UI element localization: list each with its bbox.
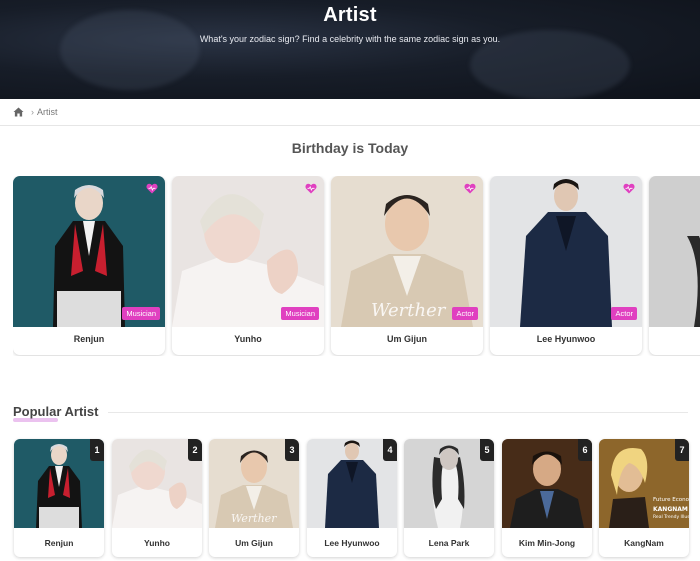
popular-section-title: Popular Artist — [13, 404, 99, 419]
svg-text:Werther: Werther — [371, 300, 447, 321]
page-title: Artist — [323, 4, 377, 26]
rank-badge: 6 — [578, 439, 592, 461]
rank-badge: 1 — [90, 439, 104, 461]
birthday-section-title: Birthday is Today — [291, 140, 409, 156]
artist-name: Yunho — [234, 334, 262, 344]
popular-artist-card[interactable]: Werther 3 Um Gijun — [209, 439, 299, 557]
artist-name: Renjun — [44, 538, 74, 548]
artist-name: Lee Hyunwoo — [324, 538, 380, 548]
breadcrumb-current[interactable]: Artist — [37, 107, 58, 117]
category-badge: Actor — [452, 307, 478, 320]
popular-artist-card[interactable]: 6 Kim Min-Jong — [502, 439, 592, 557]
heart-icon[interactable] — [305, 183, 317, 194]
birthday-card[interactable]: Actor Lee Hyunwoo — [490, 176, 642, 355]
popular-artist-card[interactable]: 4 Lee Hyunwoo — [307, 439, 397, 557]
rank-badge: 4 — [383, 439, 397, 461]
breadcrumb: › Artist — [0, 99, 700, 126]
heart-icon[interactable] — [146, 183, 158, 194]
artist-name: Lee Hyunwoo — [536, 334, 596, 344]
heart-icon[interactable] — [623, 183, 635, 194]
artist-name: Um Gijun — [235, 538, 273, 548]
svg-text:Real Trendy Illusion: Real Trendy Illusion — [653, 514, 689, 520]
birthday-card[interactable]: Musician Yunho — [172, 176, 324, 355]
artist-name: Yunho — [144, 538, 170, 548]
svg-text:Future Economy: Future Economy — [653, 497, 689, 503]
popular-artist-card[interactable]: 5 Lena Park — [404, 439, 494, 557]
artist-photo: Werther — [331, 176, 483, 327]
artist-name: Um Gijun — [387, 334, 427, 344]
breadcrumb-separator: › — [31, 107, 34, 117]
artist-name: Lena Park — [428, 538, 470, 548]
birthday-carousel: Musician Renjun Musician Yunho Werther A… — [13, 176, 700, 356]
home-icon[interactable] — [13, 107, 28, 117]
category-badge: Musician — [281, 307, 319, 320]
artist-name: Kim Min-Jong — [518, 538, 576, 548]
heart-icon[interactable] — [464, 183, 476, 194]
rank-badge: 5 — [480, 439, 494, 461]
artist-photo — [13, 176, 165, 327]
artist-name: Renjun — [73, 334, 105, 344]
birthday-card-partial[interactable] — [649, 176, 700, 355]
artist-name: KangNam — [624, 538, 664, 548]
section-divider — [108, 412, 688, 413]
category-badge: Musician — [122, 307, 160, 320]
popular-artist-card[interactable]: 1 Renjun — [14, 439, 104, 557]
artist-photo — [172, 176, 324, 327]
rank-badge: 7 — [675, 439, 689, 461]
svg-text:KANGNAM: KANGNAM — [653, 506, 688, 513]
popular-artist-card[interactable]: 2 Yunho — [112, 439, 202, 557]
page-header-banner: Artist What's your zodiac sign? Find a c… — [0, 0, 700, 99]
rank-badge: 2 — [188, 439, 202, 461]
rank-badge: 3 — [285, 439, 299, 461]
birthday-card[interactable]: Werther Actor Um Gijun — [331, 176, 483, 355]
birthday-card[interactable]: Musician Renjun — [13, 176, 165, 355]
page-subtitle: What's your zodiac sign? Find a celebrit… — [199, 34, 501, 44]
popular-artist-card[interactable]: Future Economy KANGNAM Real Trendy Illus… — [599, 439, 689, 557]
category-badge: Actor — [611, 307, 637, 320]
svg-text:Werther: Werther — [231, 512, 277, 525]
artist-photo — [490, 176, 642, 327]
artist-photo — [649, 176, 700, 327]
